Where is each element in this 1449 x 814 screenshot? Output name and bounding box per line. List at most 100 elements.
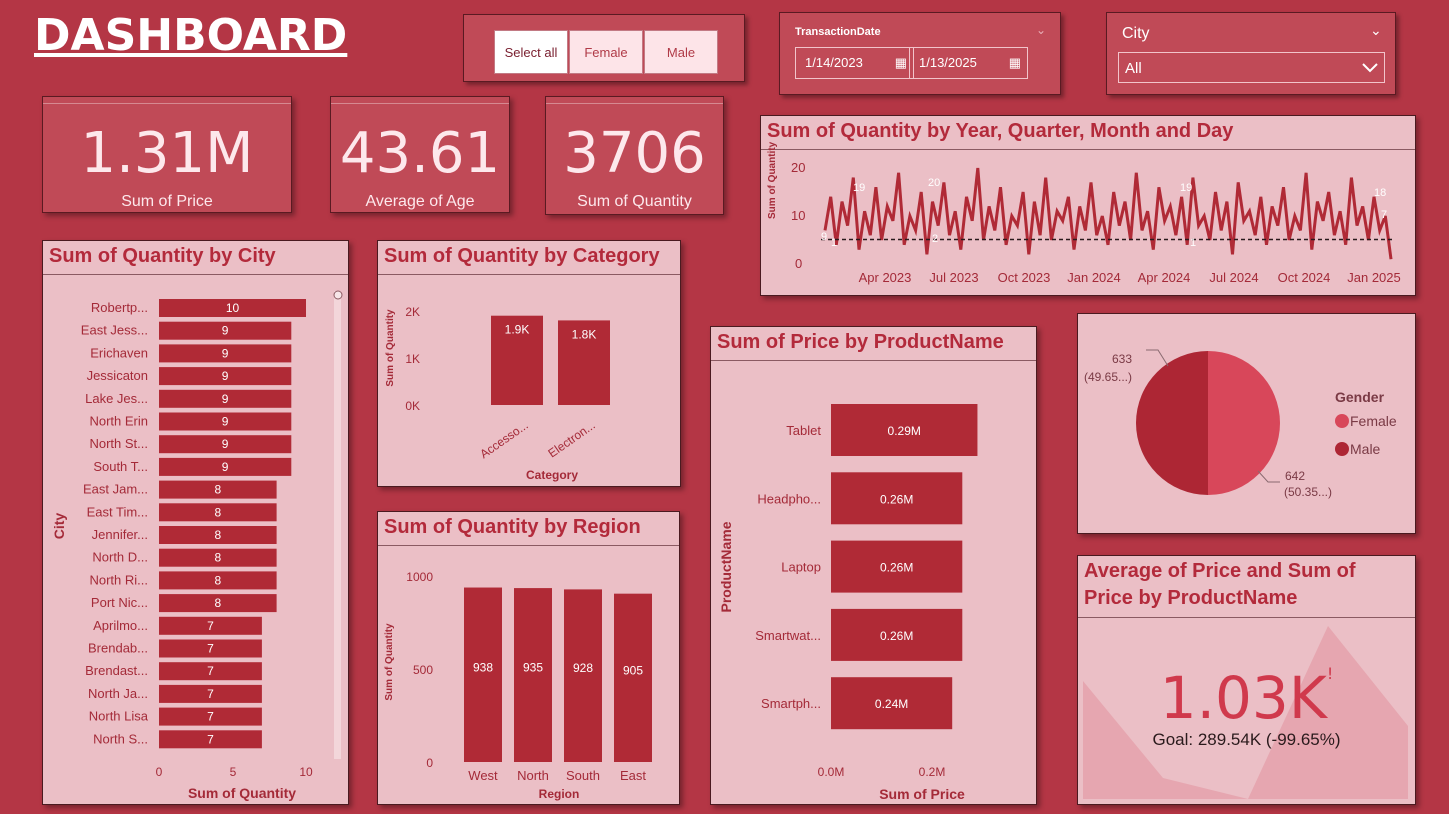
pie-label-percent: (50.35...) <box>1284 485 1332 499</box>
start-date-value: 1/14/2023 <box>805 55 863 70</box>
calendar-icon[interactable]: ▦ <box>1009 48 1021 78</box>
category-label: Laptop <box>781 560 821 575</box>
city-slicer: City ⌄ All <box>1106 12 1396 95</box>
data-label: 928 <box>573 661 593 675</box>
start-date-input[interactable]: 1/14/2023 ▦ <box>795 47 914 79</box>
chevron-down-icon[interactable]: ⌄ <box>1036 23 1046 37</box>
legend-label-male[interactable]: Male <box>1350 441 1381 457</box>
pie-slice-female[interactable] <box>1208 351 1280 495</box>
data-label: 8 <box>214 528 221 542</box>
select-all-button[interactable]: Select all <box>494 30 568 74</box>
product-chart[interactable]: ProductName Sum of Price 0.0M 0.2M 0.29M… <box>711 327 1037 805</box>
price-kpi-panel: Average of Price and Sum of Price by Pro… <box>1077 555 1416 805</box>
category-label: North Lisa <box>89 709 149 724</box>
scrollbar-handle[interactable] <box>333 290 343 300</box>
ytick: 1K <box>405 352 420 366</box>
data-label: 7 <box>207 732 214 746</box>
data-label: 8 <box>214 596 221 610</box>
kpi-label: Average of Age <box>365 193 475 210</box>
region-bar[interactable] <box>564 589 602 762</box>
scrollbar-track[interactable] <box>334 291 341 759</box>
chevron-down-icon[interactable]: ⌄ <box>1370 23 1382 39</box>
data-label: 7 <box>207 619 214 633</box>
ytick: 500 <box>413 663 433 677</box>
city-chart[interactable]: City Sum of Quantity 0 5 10 10 Robertp...… <box>43 241 349 805</box>
region-bar[interactable] <box>614 593 652 762</box>
legend-dot-male <box>1335 442 1349 456</box>
kpi-value-text: 1.03K <box>1159 664 1327 732</box>
data-label: 935 <box>523 661 543 675</box>
legend-label-female[interactable]: Female <box>1350 413 1397 429</box>
gender-pie-chart[interactable]: 633 (49.65...) 642 (50.35...) Gender Fem… <box>1078 314 1416 534</box>
city-chart-panel: Sum of Quantity by City City Sum of Quan… <box>42 240 349 805</box>
timeline-line[interactable] <box>823 167 1393 260</box>
pie-label-value: 633 <box>1112 352 1132 366</box>
data-label: 20 <box>928 177 940 189</box>
male-button[interactable]: Male <box>644 30 718 74</box>
data-label: 8 <box>214 483 221 497</box>
axis-label-y: Sum of Quantity <box>384 623 395 701</box>
category-label: North S... <box>93 731 148 746</box>
ytick: 20 <box>791 160 805 175</box>
ytick: 10 <box>791 208 805 223</box>
kpi-value: 43.61 <box>339 121 501 186</box>
category-chart-panel: Sum of Quantity by Category Sum of Quant… <box>377 240 681 487</box>
xtick: 0.0M <box>818 765 845 779</box>
ytick: 1000 <box>406 570 433 584</box>
data-label: 7 <box>207 687 214 701</box>
timeline-chart[interactable]: Sum of Quantity 20 10 0 Apr 2023 Jul 202… <box>761 116 1416 296</box>
data-label: 10 <box>226 301 240 315</box>
axis-label-y: City <box>51 513 67 540</box>
city-dropdown-value: All <box>1125 60 1142 77</box>
ytick: 2K <box>405 305 420 319</box>
city-dropdown[interactable]: All <box>1118 52 1385 83</box>
axis-label-x: Sum of Price <box>879 786 965 802</box>
region-chart[interactable]: Sum of Quantity Region 1000 500 0 938 Wes… <box>378 512 680 805</box>
axis-label-y: ProductName <box>718 521 734 612</box>
xtick: 0 <box>156 765 163 779</box>
category-label: North Ja... <box>88 686 148 701</box>
ytick: 0 <box>426 756 433 770</box>
end-date-input[interactable]: 1/13/2025 ▦ <box>909 47 1028 79</box>
axis-label-y: Sum of Quantity <box>767 141 778 219</box>
timeline-chart-panel: Sum of Quantity by Year, Quarter, Month … <box>760 115 1416 296</box>
axis-label-x: Region <box>539 787 580 801</box>
data-label: 9 <box>222 324 229 338</box>
category-label: Brendast... <box>85 663 148 678</box>
data-label: 19 <box>853 182 865 194</box>
data-label: 1 <box>831 237 837 249</box>
city-bars: 10 Robertp... 9 East Jess... 9 Erichaven 9 Jess… <box>81 299 306 749</box>
category-chart[interactable]: Sum of Quantity Category 2K 1K 0K 1.9K Ac… <box>378 241 681 487</box>
data-label: 9 <box>222 460 229 474</box>
data-label: 938 <box>473 660 493 674</box>
category-label: Brendab... <box>88 641 148 656</box>
category-label: Aprilmo... <box>93 618 148 633</box>
kpi-value: 1.31M <box>80 121 254 186</box>
data-label: 0.26M <box>880 629 913 643</box>
region-bar[interactable] <box>514 588 552 762</box>
category-label: West <box>468 768 498 783</box>
category-label: Port Nic... <box>91 595 148 610</box>
category-label: East <box>620 768 646 783</box>
xtick: Apr 2024 <box>1138 270 1191 285</box>
data-label: 7 <box>207 664 214 678</box>
data-label: 9 <box>222 346 229 360</box>
category-label: Tablet <box>786 423 821 438</box>
calendar-icon[interactable]: ▦ <box>895 48 907 78</box>
pie-slice-male[interactable] <box>1136 351 1208 495</box>
chevron-down-icon <box>1362 63 1378 73</box>
female-button[interactable]: Female <box>569 30 643 74</box>
xtick: Jul 2023 <box>929 270 978 285</box>
category-label: Smartph... <box>761 696 821 711</box>
data-label: 8 <box>214 505 221 519</box>
data-label: 0.26M <box>880 492 913 506</box>
category-label: Lake Jes... <box>85 391 148 406</box>
data-label: 7 <box>207 710 214 724</box>
region-bar[interactable] <box>464 587 502 762</box>
xtick: Jul 2024 <box>1209 270 1258 285</box>
axis-label-x: Category <box>526 468 578 482</box>
kpi-value: 1.03K! <box>1078 664 1415 732</box>
category-label: East Jess... <box>81 323 148 338</box>
data-label: 1.9K <box>505 323 530 337</box>
data-label: 9 <box>222 415 229 429</box>
